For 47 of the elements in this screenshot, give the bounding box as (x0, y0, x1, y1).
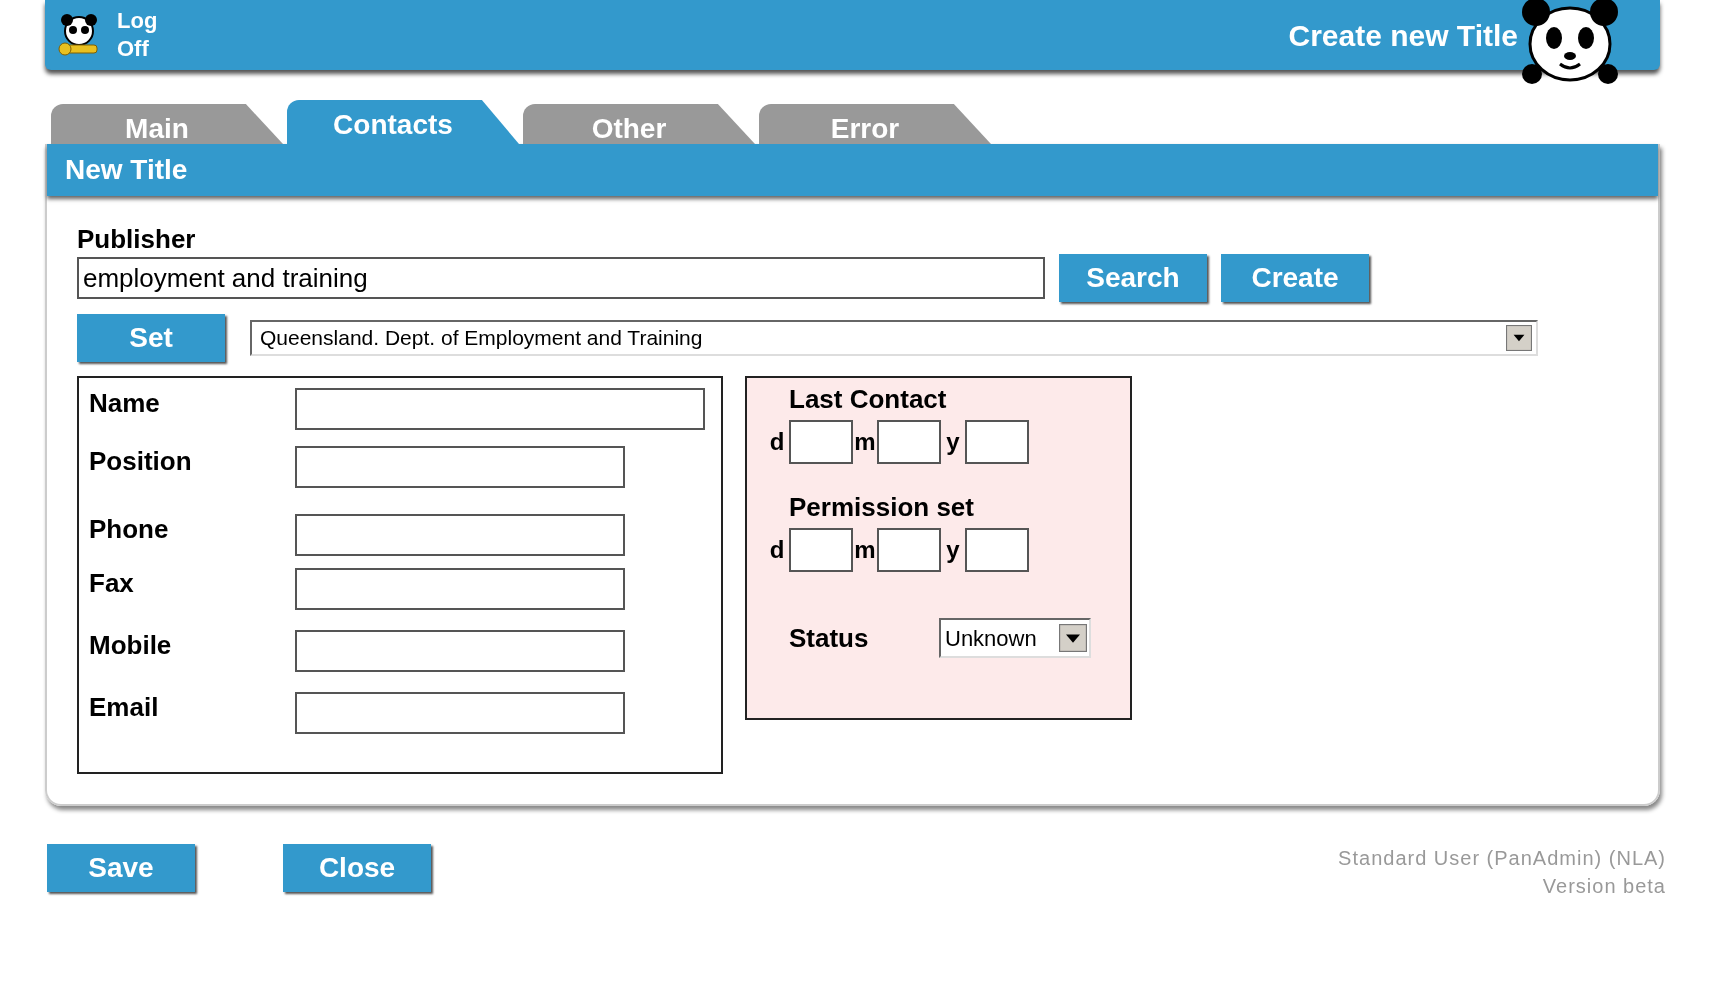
user-info-text: Standard User (PanAdmin) (NLA) (1338, 846, 1666, 871)
page-title: Create new Title (1288, 17, 1518, 54)
text-field[interactable] (295, 446, 625, 488)
status-dropdown[interactable]: Unknown (939, 618, 1091, 658)
field-label: Status (789, 621, 870, 655)
field-label: m (853, 535, 877, 565)
section-label: Permission set (788, 492, 975, 522)
publisher-field[interactable]: employment and training (77, 257, 1045, 299)
section-label: Last Contact (788, 384, 948, 414)
panda-key-icon (57, 13, 101, 57)
tab[interactable]: Other (523, 104, 755, 144)
field-label: y (945, 427, 961, 457)
tab[interactable]: Contacts (287, 100, 519, 144)
date-field[interactable] (789, 528, 853, 572)
date-field[interactable] (789, 420, 853, 464)
tab[interactable]: Main (51, 104, 283, 144)
field-label: Publisher (77, 224, 197, 254)
field-label: Phone (89, 514, 170, 544)
text-field[interactable] (295, 568, 625, 610)
field-label: m (853, 427, 877, 457)
text-field[interactable] (295, 388, 705, 430)
field-label: Position (89, 446, 193, 476)
set-button[interactable]: Set (77, 314, 225, 362)
panda-logo-icon (1520, 0, 1620, 86)
text-field[interactable] (295, 630, 625, 672)
tab[interactable]: Error (759, 104, 991, 144)
footer-button[interactable]: Save (47, 844, 195, 892)
action-button[interactable]: Create (1221, 254, 1369, 302)
field-label: d (768, 535, 786, 565)
date-field[interactable] (877, 528, 941, 572)
field-label: d (768, 427, 786, 457)
logoff-link[interactable]: Log Off (117, 7, 167, 63)
panel-title: New Title (65, 153, 188, 187)
user-info-text: Version beta (1542, 874, 1666, 899)
field-label: Mobile (89, 630, 173, 660)
field-label: Fax (89, 568, 135, 598)
field-label: y (945, 535, 961, 565)
action-button[interactable]: Search (1059, 254, 1207, 302)
field-label: Email (89, 692, 160, 722)
date-field[interactable] (877, 420, 941, 464)
text-field[interactable] (295, 692, 625, 734)
date-field[interactable] (965, 420, 1029, 464)
text-field[interactable] (295, 514, 625, 556)
date-field[interactable] (965, 528, 1029, 572)
footer-button[interactable]: Close (283, 844, 431, 892)
field-label: Name (89, 388, 161, 418)
publisher-dropdown[interactable]: Queensland. Dept. of Employment and Training (250, 320, 1538, 356)
